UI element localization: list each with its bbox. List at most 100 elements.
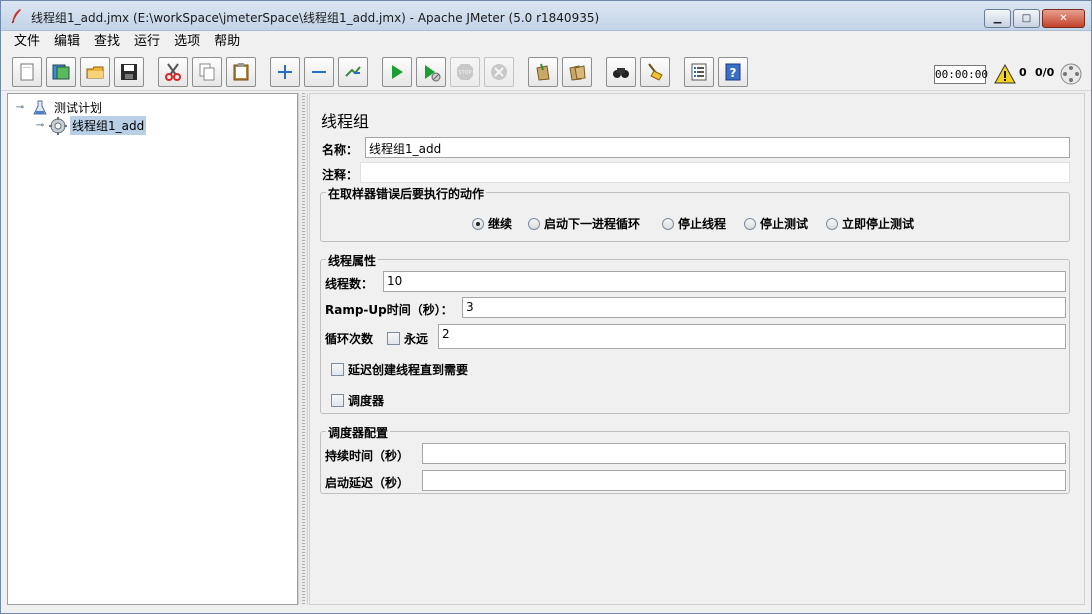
radio-selected-icon — [472, 217, 484, 230]
save-button[interactable] — [114, 57, 144, 87]
function-helper-button[interactable] — [684, 57, 714, 87]
start-button[interactable] — [382, 57, 412, 87]
rampup-input[interactable]: 3 — [462, 297, 1066, 318]
start-no-pause-icon — [425, 65, 441, 82]
warning-icon[interactable] — [994, 64, 1016, 84]
menu-edit[interactable]: 编辑 — [47, 31, 87, 53]
forever-label: 永远 — [404, 332, 429, 346]
thread-properties-title: 线程属性 — [326, 252, 379, 269]
tree-toggle-icon[interactable]: ⊸ — [14, 102, 26, 113]
shutdown-button[interactable] — [484, 57, 514, 87]
startup-delay-label: 启动延迟（秒） — [325, 476, 410, 490]
checkbox-icon — [331, 363, 344, 376]
tree-label-thread-group: 线程组1_add — [70, 116, 147, 135]
panel-title: 线程组 — [321, 112, 370, 131]
save-icon — [121, 64, 137, 80]
comment-input[interactable] — [360, 162, 1070, 183]
scheduler-checkbox[interactable]: 调度器 — [331, 392, 384, 409]
comment-label: 注释： — [322, 168, 359, 182]
new-button[interactable] — [12, 57, 42, 87]
menu-run[interactable]: 运行 — [127, 31, 167, 53]
radio-stop-test[interactable]: 停止测试 — [744, 215, 808, 232]
collapse-button[interactable] — [304, 57, 334, 87]
pane-splitter[interactable] — [298, 93, 308, 605]
jmeter-feather-icon — [11, 9, 21, 24]
svg-text:?: ? — [730, 66, 737, 80]
threads-input[interactable]: 10 — [383, 271, 1066, 292]
name-input[interactable]: 线程组1_add — [365, 137, 1070, 158]
forever-checkbox[interactable]: 永远 — [387, 330, 428, 347]
help-button[interactable]: ? — [718, 57, 748, 87]
duration-label: 持续时间（秒） — [325, 449, 410, 463]
warning-count: 0 — [1019, 66, 1027, 79]
function-helper-icon — [691, 63, 707, 81]
duration-input[interactable] — [422, 443, 1066, 464]
clear-all-icon — [569, 65, 586, 81]
test-plan-tree[interactable]: ⊸ 测试计划 ⊸ 线程组1_add — [7, 93, 298, 605]
open-button[interactable] — [80, 57, 110, 87]
menu-help[interactable]: 帮助 — [207, 31, 247, 53]
radio-stop-thread-label: 停止线程 — [678, 217, 727, 231]
stop-icon: STOP — [457, 64, 473, 80]
tree-node-thread-group[interactable]: ⊸ 线程组1_add — [34, 116, 147, 135]
jmeter-window: 线程组1_add.jmx (E:\workSpace\jmeterSpace\线… — [0, 0, 1092, 614]
start-no-pause-button[interactable] — [416, 57, 446, 87]
expand-button[interactable] — [270, 57, 300, 87]
copy-button[interactable] — [192, 57, 222, 87]
window-bottom-edge — [1, 605, 1091, 613]
tree-node-test-plan[interactable]: ⊸ 测试计划 — [14, 98, 104, 117]
tree-toggle-icon[interactable]: ⊸ — [34, 120, 46, 131]
paste-icon — [233, 63, 249, 81]
delay-thread-creation-checkbox[interactable]: 延迟创建线程直到需要 — [331, 361, 468, 378]
stop-button[interactable]: STOP — [450, 57, 480, 87]
thread-group-gear-icon — [49, 116, 67, 135]
maximize-icon: □ — [1021, 13, 1032, 24]
help-icon: ? — [725, 63, 741, 81]
remote-status-icon — [1060, 63, 1082, 85]
search-button[interactable] — [606, 57, 636, 87]
menu-search[interactable]: 查找 — [87, 31, 127, 53]
checkbox-icon — [331, 394, 344, 407]
cut-icon — [165, 63, 181, 81]
radio-unselected-icon — [826, 217, 838, 230]
radio-stop-test-now-label: 立即停止测试 — [842, 217, 915, 231]
radio-unselected-icon — [662, 217, 674, 230]
close-icon: ✕ — [1059, 13, 1068, 24]
loop-count-input[interactable]: 2 — [438, 324, 1066, 349]
paste-button[interactable] — [226, 57, 256, 87]
close-button[interactable]: ✕ — [1042, 9, 1085, 28]
radio-stop-thread[interactable]: 停止线程 — [662, 215, 726, 232]
startup-delay-input[interactable] — [422, 470, 1066, 491]
window-title: 线程组1_add.jmx (E:\workSpace\jmeterSpace\线… — [31, 11, 600, 25]
toolbar: STOP ? 00:00:00 0 0/0 — [1, 53, 1091, 91]
menu-bar: 文件 编辑 查找 运行 选项 帮助 — [1, 31, 1091, 53]
radio-continue[interactable]: 继续 — [472, 215, 512, 232]
checkbox-icon — [387, 332, 400, 345]
minimize-icon: ▁ — [993, 13, 1002, 24]
templates-button[interactable] — [46, 57, 76, 87]
test-plan-icon — [33, 100, 47, 114]
threads-label: 线程数： — [325, 277, 374, 291]
radio-unselected-icon — [744, 217, 756, 230]
tree-label-test-plan: 测试计划 — [54, 101, 103, 115]
active-threads-count: 0/0 — [1035, 66, 1055, 79]
expand-icon — [278, 65, 292, 79]
clear-button[interactable] — [528, 57, 558, 87]
minimize-button[interactable]: ▁ — [984, 9, 1011, 28]
svg-text:STOP: STOP — [458, 70, 471, 76]
scheduler-label: 调度器 — [348, 394, 385, 408]
maximize-button[interactable]: □ — [1013, 9, 1040, 28]
copy-icon — [199, 63, 215, 81]
menu-file[interactable]: 文件 — [7, 31, 47, 53]
templates-icon — [52, 64, 70, 80]
loop-count-label: 循环次数 — [325, 332, 374, 346]
toggle-button[interactable] — [338, 57, 368, 87]
delay-thread-creation-label: 延迟创建线程直到需要 — [348, 363, 469, 377]
reset-search-button[interactable] — [640, 57, 670, 87]
radio-start-next-loop[interactable]: 启动下一进程循环 — [528, 215, 640, 232]
clear-all-button[interactable] — [562, 57, 592, 87]
menu-options[interactable]: 选项 — [167, 31, 207, 53]
reset-search-icon — [648, 63, 663, 81]
cut-button[interactable] — [158, 57, 188, 87]
radio-stop-test-now[interactable]: 立即停止测试 — [826, 215, 914, 232]
